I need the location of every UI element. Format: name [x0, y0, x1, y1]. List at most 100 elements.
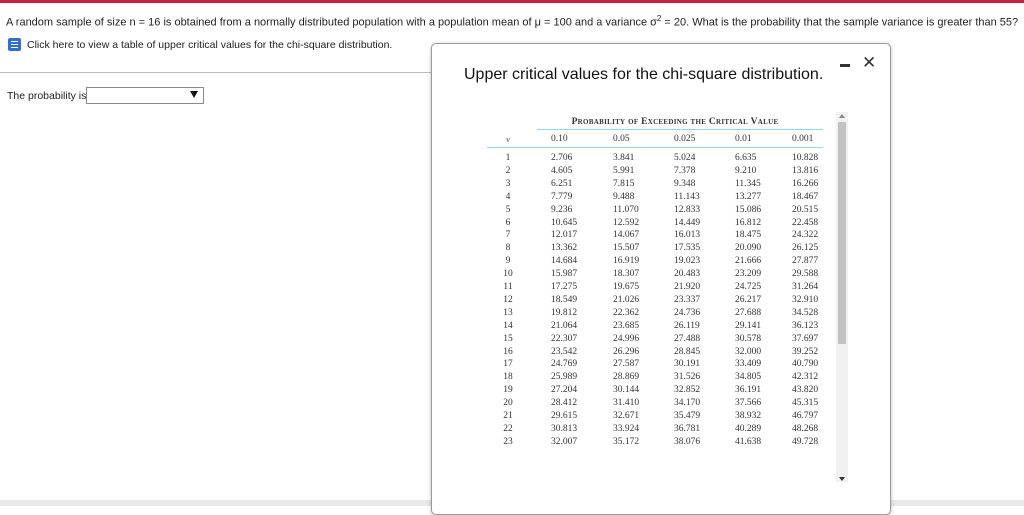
- table-row: 6 10.645 12.592 14.449 16.812 22.458: [487, 217, 823, 230]
- table-cell: 26.217: [735, 294, 762, 305]
- caption-rule: [537, 129, 823, 130]
- close-icon[interactable]: ✕: [862, 53, 876, 73]
- table-caption: Probability of Exceeding the Critical Va…: [571, 117, 779, 127]
- row-df-cell: 6: [505, 217, 511, 228]
- table-cell: 17.535: [674, 243, 701, 254]
- table-row: 11 17.275 19.675 21.920 24.725 31.264: [487, 281, 823, 294]
- table-row: 9 14.684 16.919 19.023 21.666 27.877: [487, 255, 823, 268]
- table-cell: 32.007: [551, 436, 578, 447]
- table-cell: 20.515: [792, 204, 819, 215]
- table-cell: 11.070: [613, 204, 639, 215]
- header-rule: [487, 147, 823, 148]
- table-cell: 12.017: [551, 230, 578, 241]
- table-cell: 28.412: [551, 398, 578, 409]
- table-cell: 24.322: [792, 230, 819, 241]
- table-cell: 39.252: [792, 346, 819, 357]
- table-row: 17 24.769 27.587 30.191 33.409 40.790: [487, 358, 823, 371]
- table-cell: 35.172: [613, 436, 640, 447]
- table-row: 18 25.989 28.869 31.526 34.805 42.312: [487, 371, 823, 384]
- table-cell: 41.638: [735, 436, 762, 447]
- scroll-up-icon[interactable]: [839, 114, 845, 118]
- table-cell: 2.706: [551, 153, 573, 163]
- table-cell: 19.675: [613, 282, 640, 292]
- table-cell: 16.013: [674, 230, 701, 241]
- table-cell: 37.697: [792, 333, 819, 344]
- table-cell: 15.507: [613, 243, 640, 254]
- row-df-cell: 10: [503, 269, 513, 280]
- dropdown-arrow-icon: [190, 91, 198, 98]
- table-cell: 18.467: [792, 191, 819, 202]
- table-cell: 21.064: [551, 320, 578, 331]
- probability-dropdown[interactable]: [86, 87, 204, 104]
- table-cell: 30.191: [674, 359, 701, 370]
- row-df-cell: 20: [503, 398, 513, 409]
- chi-square-dialog: Upper critical values for the chi-square…: [431, 43, 891, 515]
- table-cell: 23.685: [613, 320, 640, 331]
- row-df-cell: 8: [505, 243, 511, 254]
- table-cell: 30.144: [613, 385, 640, 396]
- table-cell: 34.805: [735, 372, 762, 383]
- chi-square-table-link[interactable]: Click here to view a table of upper crit…: [8, 38, 392, 51]
- table-cell: 26.296: [613, 346, 640, 357]
- table-cell: 31.264: [792, 282, 819, 292]
- table-cell: 26.119: [674, 320, 700, 331]
- question-part-2: = 20. What is the probability that the s…: [661, 16, 1019, 29]
- header-cell: 0.001: [792, 134, 814, 144]
- table-cell: 29.141: [735, 320, 762, 331]
- table-cell: 15.086: [735, 204, 762, 215]
- table-cell: 23.337: [674, 294, 701, 305]
- header-cell: 0.01: [735, 134, 752, 144]
- table-row: 12 18.549 21.026 23.337 26.217 32.910: [487, 294, 823, 307]
- table-row: 13 19.812 22.362 24.736 27.688 34.528: [487, 307, 823, 320]
- row-df-cell: 4: [505, 191, 511, 202]
- table-cell: 27.877: [792, 256, 819, 267]
- table-cell: 5.991: [613, 165, 635, 176]
- table-cell: 19.812: [551, 307, 578, 318]
- table-row: 23 32.007 35.172 38.076 41.638 49.728: [487, 436, 823, 449]
- header-cell: 0.10: [551, 134, 568, 144]
- row-df-cell: 2: [505, 165, 511, 176]
- table-cell: 11.345: [735, 178, 761, 189]
- table-row: 15 22.307 24.996 27.488 30.578 37.697: [487, 333, 823, 346]
- row-df-cell: 11: [503, 282, 513, 292]
- question-text: A random sample of size n = 16 is obtain…: [6, 14, 1018, 29]
- table-cell: 19.023: [674, 256, 701, 267]
- header-cell: 0.05: [613, 134, 630, 144]
- scroll-down-icon[interactable]: [839, 477, 845, 481]
- table-cell: 7.779: [551, 191, 573, 202]
- row-df-cell: 3: [505, 178, 511, 189]
- minimize-icon[interactable]: [840, 64, 850, 67]
- table-cell: 24.996: [613, 333, 640, 344]
- row-df-cell: 1: [505, 153, 511, 163]
- table-cell: 18.475: [735, 230, 762, 241]
- table-cell: 6.635: [735, 153, 757, 163]
- table-cell: 43.820: [792, 385, 819, 396]
- table-row: 22 30.813 33.924 36.781 40.289 48.268: [487, 423, 823, 436]
- table-cell: 36.191: [735, 385, 762, 396]
- answer-label: The probability is: [7, 90, 87, 102]
- table-cell: 24.725: [735, 282, 762, 292]
- row-df-cell: 16: [503, 346, 513, 357]
- table-cell: 15.987: [551, 269, 578, 280]
- table-row: 4 7.779 9.488 11.143 13.277 18.467: [487, 191, 823, 204]
- header-nu: ν: [506, 135, 510, 144]
- table-cell: 21.026: [613, 294, 640, 305]
- table-cell: 7.378: [674, 165, 696, 176]
- table-cell: 18.549: [551, 294, 578, 305]
- scrollbar-thumb[interactable]: [838, 122, 846, 344]
- row-df-cell: 5: [505, 204, 511, 215]
- table-cell: 48.268: [792, 423, 819, 434]
- question-part-1: A random sample of size n = 16 is obtain…: [6, 16, 657, 29]
- table-cell: 30.578: [735, 333, 762, 344]
- table-cell: 27.204: [551, 385, 578, 396]
- row-df-cell: 12: [503, 294, 513, 305]
- table-cell: 40.790: [792, 359, 819, 370]
- table-cell: 27.688: [735, 307, 762, 318]
- row-df-cell: 21: [503, 411, 513, 421]
- row-df-cell: 17: [503, 359, 513, 370]
- table-cell: 16.266: [792, 178, 819, 189]
- table-cell: 3.841: [613, 153, 635, 163]
- table-cell: 34.170: [674, 398, 701, 409]
- table-cell: 26.125: [792, 243, 819, 254]
- table-cell: 20.483: [674, 269, 701, 280]
